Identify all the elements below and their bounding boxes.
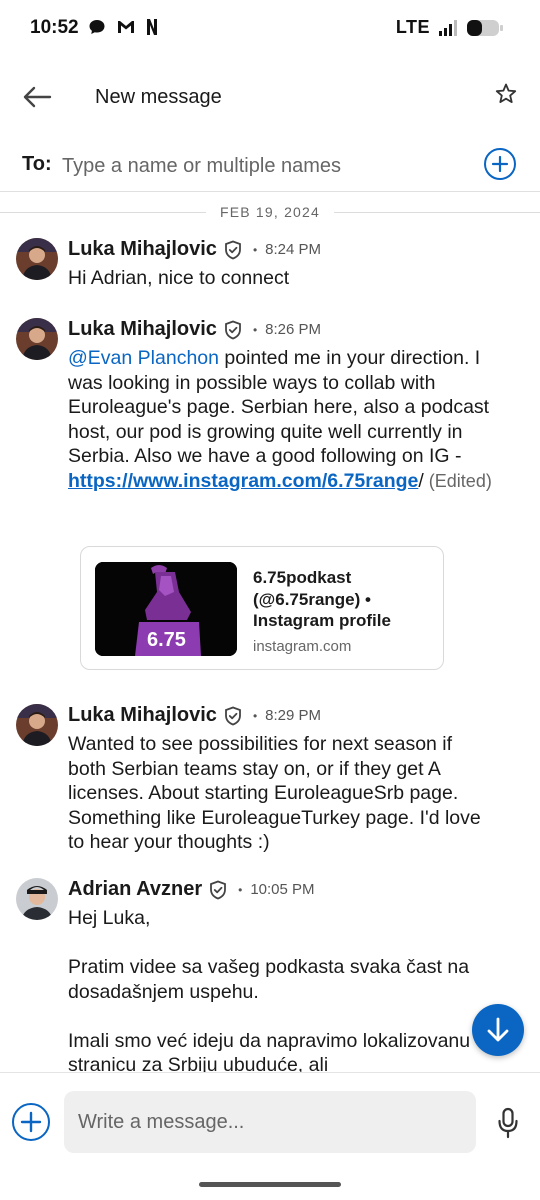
instagram-link[interactable]: https://www.instagram.com/6.75range: [68, 470, 418, 492]
plus-icon: [491, 155, 509, 173]
podcast-logo-text: 6.75: [147, 629, 186, 651]
avatar[interactable]: [16, 704, 58, 746]
battery-icon: [467, 19, 503, 36]
preview-title: 6.75podkast (@6.75range) • Instagram pro…: [253, 568, 391, 630]
verified-badge-icon: [225, 320, 241, 339]
preview-domain: instagram.com: [253, 638, 352, 655]
chat-bubble-icon: [89, 20, 105, 34]
back-button[interactable]: [20, 80, 54, 114]
network-label: LTE: [395, 17, 430, 37]
page-title: New message: [95, 86, 222, 108]
message-paragraph: Hej Luka,: [68, 907, 151, 929]
edited-label: (Edited): [423, 470, 492, 491]
message-composer: [0, 1072, 540, 1172]
message-time: 8:24 PM: [265, 241, 322, 258]
message-time: 10:05 PM: [250, 881, 315, 898]
message-header: Adrian Avzner • 10:05 PM: [68, 878, 315, 901]
add-recipient-button[interactable]: [484, 148, 516, 180]
gmail-icon: [118, 21, 134, 33]
plus-icon: [20, 1111, 42, 1133]
verified-badge-icon: [225, 240, 241, 259]
divider-line: [0, 211, 206, 213]
arrow-left-icon: [23, 86, 52, 108]
message-time: 8:29 PM: [265, 707, 322, 724]
star-outline-icon: [495, 83, 517, 103]
status-bar: 10:52 LTE: [0, 0, 540, 60]
message-paragraph: Pratim videe sa vašeg podkasta svaka čas…: [68, 956, 470, 1003]
sender-name[interactable]: Luka Mihajlovic: [68, 318, 217, 341]
separator-dot: •: [252, 322, 258, 337]
to-label: To:: [22, 153, 52, 175]
avatar-luka-image: [16, 238, 58, 280]
sender-name[interactable]: Adrian Avzner: [68, 878, 202, 901]
avatar[interactable]: [16, 878, 58, 920]
message-paragraph: Imali smo već ideju da napravimo lokaliz…: [68, 1029, 471, 1073]
favorite-button[interactable]: [494, 82, 520, 108]
arrow-down-icon: [487, 1017, 509, 1042]
message-item: Adrian Avzner • 10:05 PM Hej Luka, Prati…: [0, 876, 540, 1072]
message-item: Luka Mihajlovic • 8:29 PM Wanted to see …: [0, 702, 540, 862]
app-header: New message: [0, 70, 540, 126]
message-text: @Evan Planchon pointed me in your direct…: [68, 346, 500, 493]
divider-line: [334, 211, 540, 213]
separator-dot: •: [252, 242, 258, 257]
message-header: Luka Mihajlovic • 8:24 PM: [68, 238, 321, 261]
message-item: Luka Mihajlovic • 8:24 PM Hi Adrian, nic…: [0, 236, 540, 296]
avatar[interactable]: [16, 238, 58, 280]
verified-badge-icon: [225, 706, 241, 725]
avatar[interactable]: [16, 318, 58, 360]
message-input[interactable]: [78, 1105, 462, 1139]
message-text: Hi Adrian, nice to connect: [68, 267, 290, 289]
message-time: 8:26 PM: [265, 321, 322, 338]
status-right: LTE: [396, 17, 504, 38]
preview-thumbnail: 6.75: [95, 562, 237, 656]
mention-link[interactable]: @Evan Planchon: [68, 347, 219, 369]
message-text: Hej Luka, Pratim videe sa vašeg podkasta…: [68, 906, 508, 1072]
recipient-input[interactable]: [62, 150, 462, 182]
date-label: FEB 19, 2024: [220, 204, 321, 220]
verified-badge-icon: [210, 880, 227, 899]
attach-button[interactable]: [12, 1103, 50, 1141]
sender-name[interactable]: Luka Mihajlovic: [68, 238, 217, 261]
notification-icons: [88, 18, 158, 36]
scroll-to-bottom-button[interactable]: [472, 1004, 524, 1056]
avatar-luka-image: [16, 318, 58, 360]
home-indicator[interactable]: [199, 1182, 341, 1187]
date-divider: FEB 19, 2024: [0, 200, 540, 224]
netflix-icon: [147, 19, 157, 35]
message-input-box: [64, 1091, 476, 1153]
separator-dot: •: [252, 708, 258, 723]
message-text: Wanted to see possibilities for next sea…: [68, 733, 481, 853]
status-time: 10:52: [30, 17, 79, 38]
recipient-row: To:: [0, 140, 540, 192]
avatar-luka-image: [16, 704, 58, 746]
separator-dot: •: [238, 882, 243, 897]
message-header: Luka Mihajlovic • 8:29 PM: [68, 704, 321, 727]
signal-icon: [439, 19, 457, 36]
microphone-icon: [498, 1107, 518, 1139]
sender-name[interactable]: Luka Mihajlovic: [68, 704, 217, 727]
link-preview-card[interactable]: 6.75 6.75podkast (@6.75range) • Instagra…: [80, 546, 444, 670]
message-header: Luka Mihajlovic • 8:26 PM: [68, 318, 321, 341]
voice-message-button[interactable]: [496, 1107, 520, 1139]
avatar-adrian-image: [16, 878, 58, 920]
podcast-logo-image: 6.75: [95, 562, 237, 656]
